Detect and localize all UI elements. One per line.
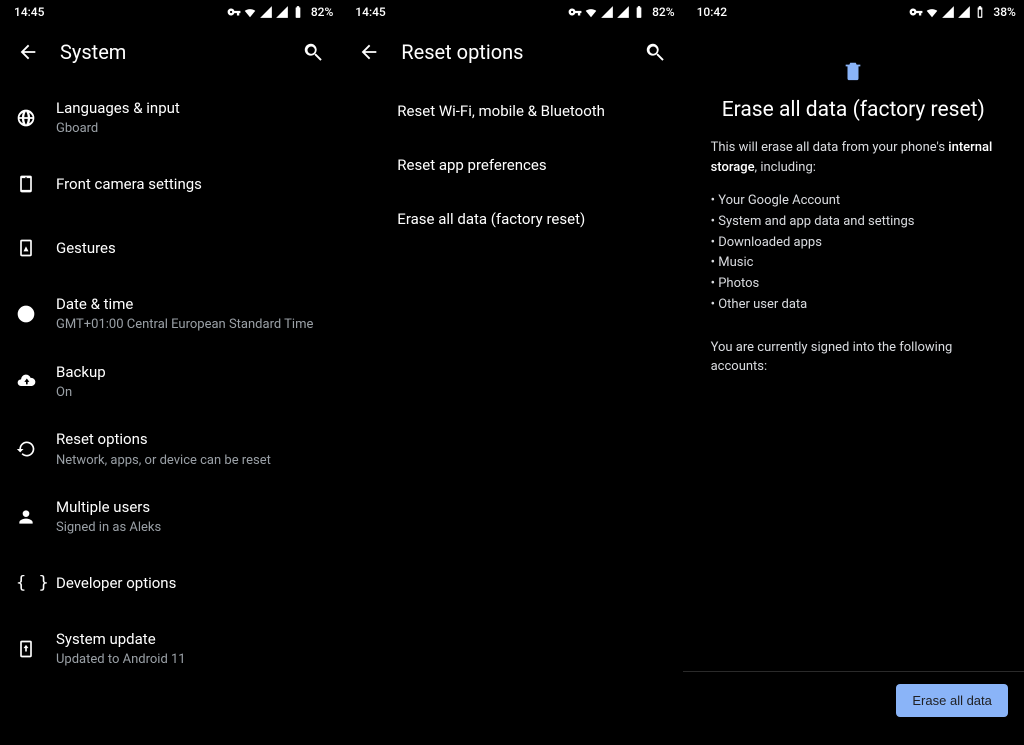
desc-prefix: This will erase all data from your phone… (711, 140, 949, 155)
wifi-icon (243, 5, 257, 19)
status-time: 14:45 (349, 5, 385, 19)
arrow-back-icon (358, 41, 380, 63)
system-list: Languages & input Gboard Front camera se… (0, 80, 341, 745)
globe-icon (16, 108, 56, 128)
header: System (0, 24, 341, 80)
signal-icon-2 (957, 5, 971, 19)
bullet-item: Other user data (711, 295, 996, 316)
item-system-update[interactable]: System update Updated to Android 11 (0, 615, 341, 683)
screen-erase-all-data: 10:42 38% Erase all data (factory reset)… (683, 0, 1024, 745)
bullet-item: Your Google Account (711, 191, 996, 212)
signal-icon-2 (616, 5, 630, 19)
item-reset-wifi[interactable]: Reset Wi-Fi, mobile & Bluetooth (341, 84, 682, 138)
item-title: System update (56, 629, 325, 649)
status-icons: 82% (568, 5, 674, 19)
cloud-up-icon (16, 371, 56, 391)
item-reset-options[interactable]: Reset options Network, apps, or device c… (0, 415, 341, 483)
signal-icon-2 (275, 5, 289, 19)
status-icons: 82% (227, 5, 333, 19)
status-bar: 14:45 82% (0, 0, 341, 24)
item-developer-options[interactable]: { } Developer options (0, 551, 341, 615)
person-icon (16, 507, 56, 527)
wifi-icon (925, 5, 939, 19)
item-sub: GMT+01:00 Central European Standard Time (56, 316, 325, 334)
restore-icon (16, 439, 56, 459)
status-time: 14:45 (8, 5, 44, 19)
item-title: Languages & input (56, 98, 325, 118)
item-title: Backup (56, 362, 325, 382)
erase-description: This will erase all data from your phone… (683, 138, 1024, 177)
status-time: 10:42 (691, 5, 727, 19)
phone-down-icon (16, 639, 56, 659)
search-button[interactable] (635, 32, 675, 72)
phone-front-icon (16, 174, 56, 194)
action-bar: Erase all data (683, 671, 1024, 745)
wifi-icon (584, 5, 598, 19)
item-sub: Network, apps, or device can be reset (56, 452, 325, 470)
search-icon (644, 41, 666, 63)
braces-icon: { } (16, 573, 56, 593)
arrow-back-icon (17, 41, 39, 63)
item-title: Multiple users (56, 497, 325, 517)
signal-icon (600, 5, 614, 19)
page-title: System (60, 40, 293, 64)
bullet-item: System and app data and settings (711, 212, 996, 233)
status-bar: 10:42 38% (683, 0, 1024, 24)
bullet-item: Photos (711, 274, 996, 295)
gesture-icon (16, 238, 56, 258)
status-battery-pct: 82% (311, 5, 333, 19)
page-title: Reset options (401, 40, 634, 64)
trash-icon (842, 60, 864, 82)
status-battery-pct: 38% (993, 5, 1015, 19)
bullet-item: Music (711, 253, 996, 274)
bullet-item: Downloaded apps (711, 233, 996, 254)
item-sub: On (56, 384, 325, 402)
item-date-time[interactable]: Date & time GMT+01:00 Central European S… (0, 280, 341, 348)
key-icon (568, 5, 582, 19)
signal-icon (259, 5, 273, 19)
erase-all-data-button[interactable]: Erase all data (896, 684, 1008, 717)
clock-icon (16, 304, 56, 324)
item-backup[interactable]: Backup On (0, 348, 341, 416)
item-title: Front camera settings (56, 174, 325, 194)
back-button[interactable] (349, 32, 389, 72)
page-title: Erase all data (factory reset) (683, 98, 1024, 122)
item-title: Gestures (56, 238, 325, 258)
header: Reset options (341, 24, 682, 80)
battery-icon (291, 5, 305, 19)
item-languages-input[interactable]: Languages & input Gboard (0, 84, 341, 152)
signal-icon (941, 5, 955, 19)
desc-suffix: , including: (755, 160, 816, 175)
status-battery-pct: 82% (652, 5, 674, 19)
reset-list: Reset Wi-Fi, mobile & Bluetooth Reset ap… (341, 80, 682, 745)
back-button[interactable] (8, 32, 48, 72)
status-bar: 14:45 82% (341, 0, 682, 24)
accounts-intro: You are currently signed into the follow… (683, 338, 1024, 377)
search-button[interactable] (293, 32, 333, 72)
item-sub: Updated to Android 11 (56, 651, 325, 669)
item-sub: Gboard (56, 120, 325, 138)
erase-bullets: Your Google Account System and app data … (683, 191, 1024, 316)
trash-icon-wrapper (683, 60, 1024, 82)
screen-system: 14:45 82% System Languages & input Gboar… (0, 0, 341, 745)
item-multiple-users[interactable]: Multiple users Signed in as Aleks (0, 483, 341, 551)
item-title: Developer options (56, 573, 325, 593)
item-title: Date & time (56, 294, 325, 314)
key-icon (909, 5, 923, 19)
search-icon (302, 41, 324, 63)
battery-icon (632, 5, 646, 19)
item-reset-app-prefs[interactable]: Reset app preferences (341, 138, 682, 192)
status-icons: 38% (909, 5, 1015, 19)
screen-reset-options: 14:45 82% Reset options Reset Wi-Fi, mob… (341, 0, 682, 745)
item-erase-all-data[interactable]: Erase all data (factory reset) (341, 192, 682, 246)
item-gestures[interactable]: Gestures (0, 216, 341, 280)
battery-icon (973, 5, 987, 19)
item-front-camera[interactable]: Front camera settings (0, 152, 341, 216)
key-icon (227, 5, 241, 19)
item-title: Reset options (56, 429, 325, 449)
item-sub: Signed in as Aleks (56, 519, 325, 537)
